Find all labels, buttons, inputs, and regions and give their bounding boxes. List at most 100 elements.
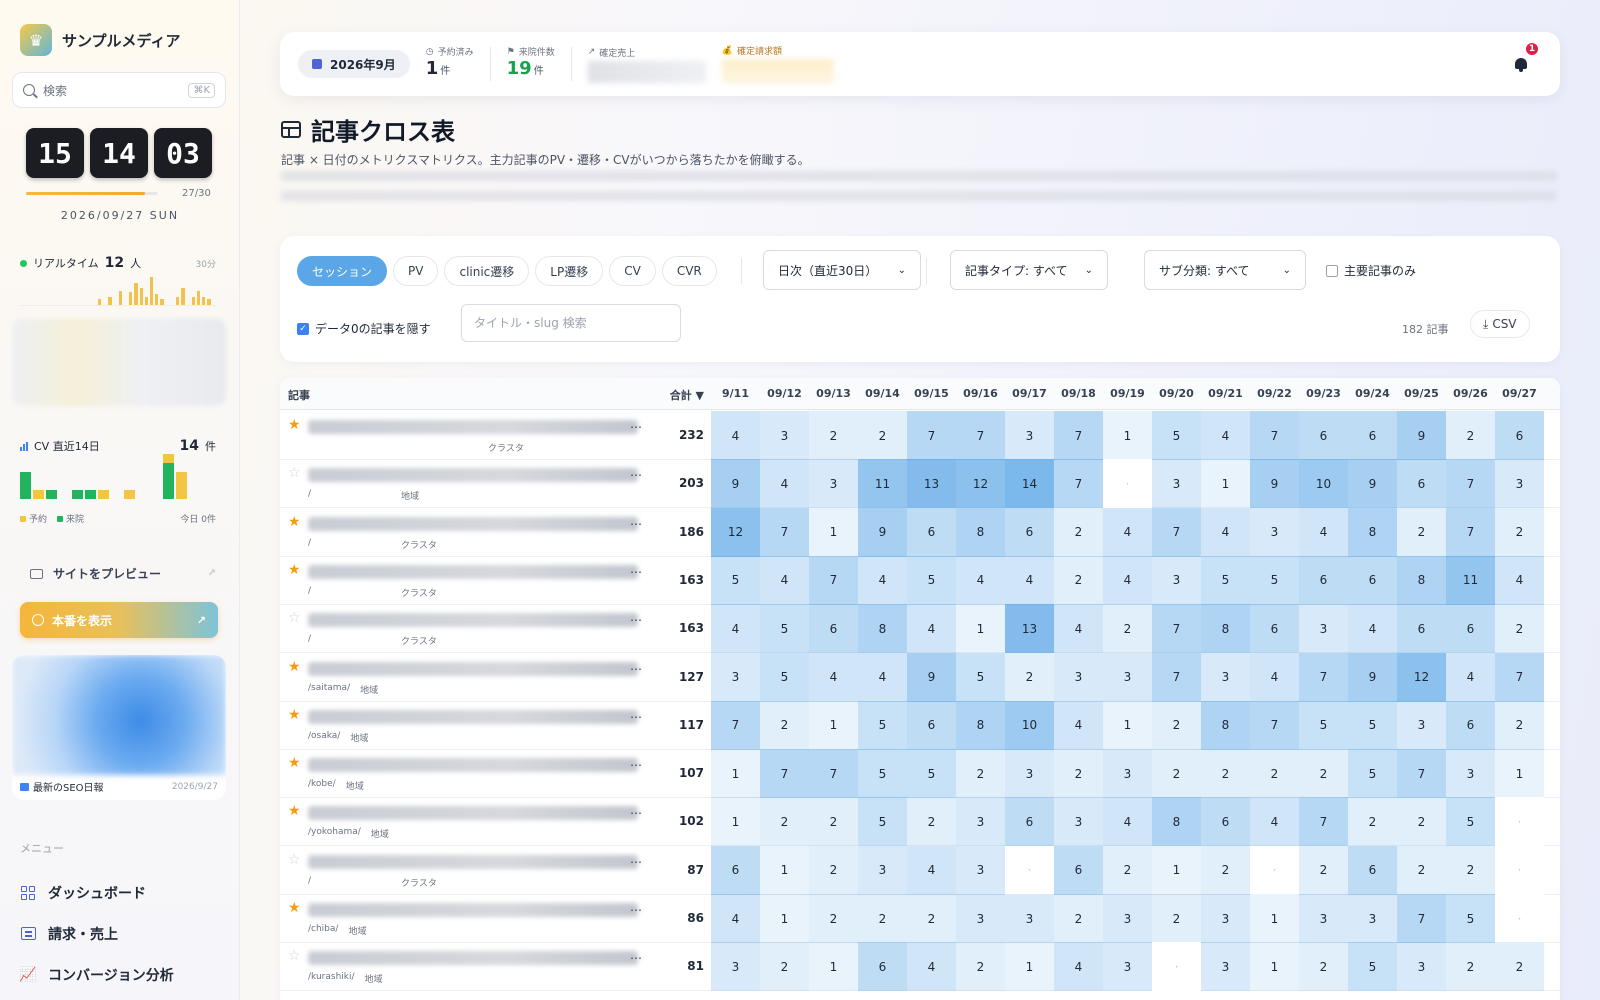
heat-cell[interactable]: 4 bbox=[760, 555, 809, 605]
heat-cell[interactable]: 6 bbox=[1495, 411, 1544, 460]
heat-cell[interactable]: 4 bbox=[1103, 797, 1152, 847]
heat-cell[interactable]: 4 bbox=[1005, 555, 1054, 605]
site-preview-link[interactable]: サイトをプレビュー ↗ bbox=[30, 565, 216, 582]
heat-cell[interactable]: 7 bbox=[956, 411, 1005, 460]
heat-cell[interactable]: 6 bbox=[1348, 411, 1397, 460]
heat-cell[interactable]: 7 bbox=[1495, 652, 1544, 702]
heat-cell[interactable]: 4 bbox=[711, 411, 760, 460]
heat-cell[interactable]: 10 bbox=[1005, 700, 1054, 750]
heat-cell[interactable]: 7 bbox=[711, 700, 760, 750]
col-date[interactable]: 09/20 bbox=[1152, 387, 1201, 400]
heat-cell[interactable]: 3 bbox=[956, 797, 1005, 847]
heat-cell[interactable]: 1 bbox=[1103, 411, 1152, 460]
heat-cell[interactable]: 2 bbox=[1495, 700, 1544, 750]
heat-cell[interactable]: 2 bbox=[1397, 797, 1446, 847]
heat-cell[interactable]: 7 bbox=[1397, 749, 1446, 799]
heat-cell[interactable]: 14 bbox=[1005, 459, 1054, 509]
heat-cell[interactable]: 5 bbox=[1446, 797, 1495, 847]
heat-cell[interactable]: 2 bbox=[1103, 845, 1152, 895]
heat-cell[interactable]: 8 bbox=[1397, 555, 1446, 605]
heat-cell[interactable]: 5 bbox=[907, 555, 956, 605]
heat-cell[interactable]: 7 bbox=[1299, 797, 1348, 847]
heat-cell[interactable]: 2 bbox=[1299, 749, 1348, 799]
month-selector[interactable]: 2026年9月 bbox=[298, 50, 410, 78]
heat-cell[interactable]: 4 bbox=[1299, 507, 1348, 557]
heat-cell[interactable]: 6 bbox=[1005, 797, 1054, 847]
heat-cell[interactable]: 3 bbox=[1152, 459, 1201, 509]
article-title-blurred[interactable] bbox=[308, 613, 638, 628]
heat-cell[interactable]: 6 bbox=[1005, 507, 1054, 557]
heat-cell[interactable]: 2 bbox=[809, 411, 858, 460]
heat-cell[interactable]: 1 bbox=[1250, 942, 1299, 992]
heat-cell[interactable]: 9 bbox=[711, 459, 760, 509]
heat-cell[interactable]: 1 bbox=[1201, 459, 1250, 509]
heat-cell[interactable]: 5 bbox=[1201, 555, 1250, 605]
heat-cell[interactable]: 10 bbox=[1299, 459, 1348, 509]
col-date[interactable]: 09/12 bbox=[760, 387, 809, 400]
menu-item-dashboard[interactable]: ダッシュボード bbox=[20, 872, 220, 913]
heat-cell[interactable]: 1 bbox=[1103, 700, 1152, 750]
article-title-blurred[interactable] bbox=[308, 709, 638, 724]
heat-cell[interactable]: 12 bbox=[956, 459, 1005, 509]
heat-cell[interactable]: 4 bbox=[809, 652, 858, 702]
heat-cell[interactable]: 8 bbox=[956, 700, 1005, 750]
heat-cell[interactable]: 4 bbox=[711, 604, 760, 654]
table-row[interactable]: ★…/yokohama/地域 102 1 2 2 5 2 3 6 3 4 8 6 4 7 2 2 5 · bbox=[280, 797, 1560, 847]
heat-cell[interactable]: 4 bbox=[907, 845, 956, 895]
heat-cell[interactable]: 3 bbox=[1103, 749, 1152, 799]
star-icon[interactable]: ★ bbox=[288, 514, 301, 530]
heat-cell[interactable]: 9 bbox=[1397, 411, 1446, 460]
heat-cell[interactable]: 2 bbox=[858, 411, 907, 460]
heat-cell[interactable]: 7 bbox=[809, 749, 858, 799]
article-title-blurred[interactable] bbox=[308, 951, 638, 966]
heat-cell[interactable]: 5 bbox=[760, 604, 809, 654]
heat-cell[interactable]: 4 bbox=[1201, 507, 1250, 557]
heat-cell[interactable]: 3 bbox=[809, 459, 858, 509]
brand[interactable]: ♛ サンプルメディア bbox=[20, 24, 181, 56]
heat-cell[interactable]: 5 bbox=[711, 555, 760, 605]
star-icon[interactable]: ★ bbox=[288, 417, 301, 433]
heat-cell[interactable]: 5 bbox=[907, 749, 956, 799]
heat-cell[interactable]: 4 bbox=[1054, 942, 1103, 992]
heat-cell[interactable]: 7 bbox=[1152, 604, 1201, 654]
heat-cell[interactable]: 3 bbox=[1446, 749, 1495, 799]
heat-cell[interactable]: 7 bbox=[1446, 507, 1495, 557]
heat-cell[interactable]: 1 bbox=[956, 604, 1005, 654]
heat-cell[interactable]: 8 bbox=[1348, 507, 1397, 557]
article-title-blurred[interactable] bbox=[308, 806, 638, 821]
col-date[interactable]: 09/13 bbox=[809, 387, 858, 400]
heat-cell[interactable]: 3 bbox=[1005, 749, 1054, 799]
view-production-button[interactable]: 本番を表示 ↗ bbox=[20, 602, 218, 638]
heat-cell[interactable]: 4 bbox=[1250, 797, 1299, 847]
col-date[interactable]: 09/19 bbox=[1103, 387, 1152, 400]
heat-cell[interactable]: 3 bbox=[1152, 555, 1201, 605]
heat-cell[interactable]: 4 bbox=[1348, 604, 1397, 654]
heat-cell[interactable]: 3 bbox=[1201, 942, 1250, 992]
heat-cell[interactable]: 13 bbox=[1005, 604, 1054, 654]
col-date[interactable]: 09/25 bbox=[1397, 387, 1446, 400]
star-icon[interactable]: ☆ bbox=[288, 610, 301, 626]
heat-cell[interactable]: 3 bbox=[1348, 894, 1397, 943]
heat-cell[interactable]: 5 bbox=[1348, 749, 1397, 799]
heat-cell[interactable]: 6 bbox=[711, 845, 760, 895]
heat-cell[interactable]: 6 bbox=[1299, 555, 1348, 605]
heat-cell[interactable]: 6 bbox=[1446, 700, 1495, 750]
col-date[interactable]: 09/22 bbox=[1250, 387, 1299, 400]
heat-cell[interactable]: · bbox=[1250, 845, 1299, 895]
heat-cell[interactable]: 4 bbox=[1103, 507, 1152, 557]
heat-cell[interactable]: 6 bbox=[907, 700, 956, 750]
heat-cell[interactable]: 2 bbox=[956, 749, 1005, 799]
heat-cell[interactable]: 2 bbox=[809, 797, 858, 847]
heat-cell[interactable]: 3 bbox=[1299, 604, 1348, 654]
heat-cell[interactable]: 4 bbox=[1201, 411, 1250, 460]
heat-cell[interactable]: 2 bbox=[1152, 894, 1201, 943]
sidebar-search[interactable]: 検索 ⌘K bbox=[12, 72, 226, 108]
col-date[interactable]: 09/23 bbox=[1299, 387, 1348, 400]
heat-cell[interactable]: 7 bbox=[760, 507, 809, 557]
heat-cell[interactable]: 2 bbox=[1250, 749, 1299, 799]
heat-cell[interactable]: 2 bbox=[907, 894, 956, 943]
heat-cell[interactable]: · bbox=[1005, 845, 1054, 895]
menu-item-billing[interactable]: 請求・売上 bbox=[20, 913, 220, 954]
heat-cell[interactable]: · bbox=[1152, 942, 1201, 992]
heat-cell[interactable]: 6 bbox=[1348, 845, 1397, 895]
